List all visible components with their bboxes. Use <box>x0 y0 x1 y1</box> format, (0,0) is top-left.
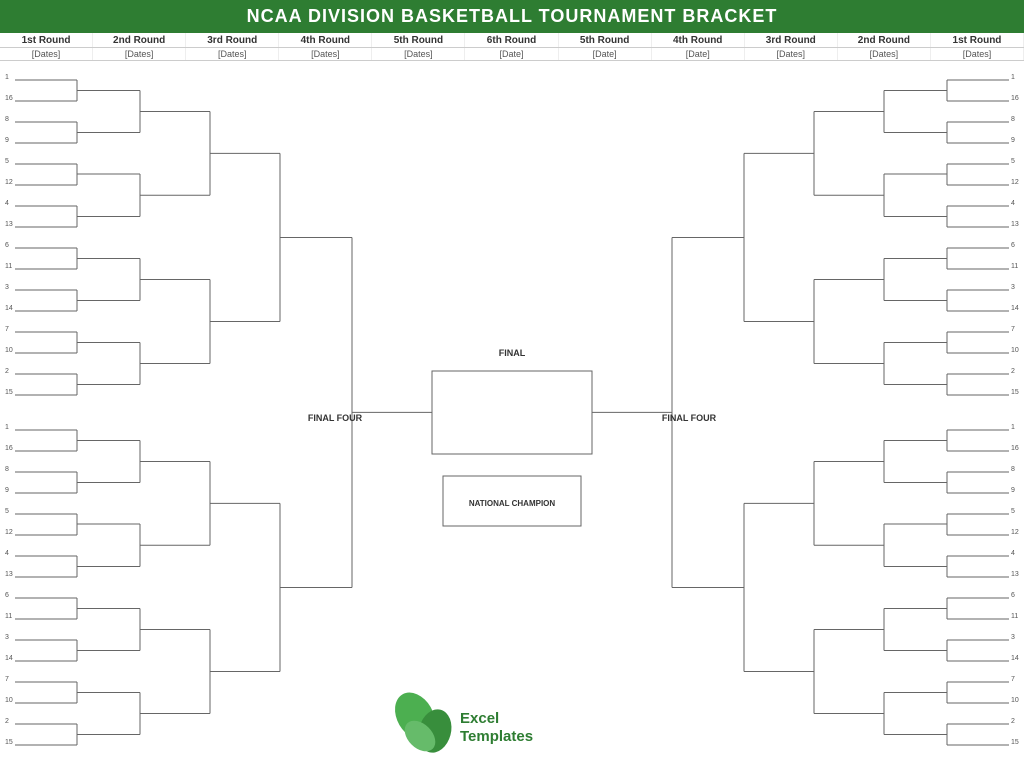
svg-text:3: 3 <box>1011 634 1015 641</box>
svg-text:8: 8 <box>5 466 9 473</box>
date-3rd-right: [Dates] <box>745 48 838 60</box>
svg-text:14: 14 <box>5 305 13 312</box>
svg-text:13: 13 <box>5 221 13 228</box>
svg-text:5: 5 <box>5 158 9 165</box>
page-title: NCAA DIVISION BASKETBALL TOURNAMENT BRAC… <box>0 0 1024 33</box>
svg-text:2: 2 <box>5 718 9 725</box>
svg-text:7: 7 <box>5 326 9 333</box>
svg-text:FINAL: FINAL <box>499 348 526 358</box>
svg-text:9: 9 <box>5 487 9 494</box>
svg-text:15: 15 <box>1011 739 1019 746</box>
svg-text:1: 1 <box>5 74 9 81</box>
date-2nd-left: [Dates] <box>93 48 186 60</box>
date-4th-left: [Dates] <box>279 48 372 60</box>
svg-text:FINAL FOUR: FINAL FOUR <box>308 413 363 423</box>
svg-text:12: 12 <box>1011 179 1019 186</box>
svg-text:8: 8 <box>1011 466 1015 473</box>
round-label-3rd-right: 3rd Round <box>745 33 838 47</box>
date-6th: [Date] <box>465 48 558 60</box>
svg-text:6: 6 <box>1011 242 1015 249</box>
svg-text:2: 2 <box>5 368 9 375</box>
svg-text:15: 15 <box>1011 389 1019 396</box>
svg-text:10: 10 <box>1011 697 1019 704</box>
svg-text:3: 3 <box>5 634 9 641</box>
svg-text:10: 10 <box>5 697 13 704</box>
round-label-3rd-left: 3rd Round <box>186 33 279 47</box>
svg-text:13: 13 <box>1011 571 1019 578</box>
svg-text:16: 16 <box>1011 445 1019 452</box>
svg-text:1: 1 <box>1011 74 1015 81</box>
svg-text:10: 10 <box>5 347 13 354</box>
svg-text:13: 13 <box>1011 221 1019 228</box>
round-label-5th-left: 5th Round <box>372 33 465 47</box>
bracket-container: 1 16 8 9 5 12 4 13 <box>0 61 1024 761</box>
svg-text:9: 9 <box>1011 137 1015 144</box>
svg-text:12: 12 <box>5 179 13 186</box>
svg-text:8: 8 <box>1011 116 1015 123</box>
svg-text:6: 6 <box>5 242 9 249</box>
svg-text:10: 10 <box>1011 347 1019 354</box>
svg-text:14: 14 <box>1011 655 1019 662</box>
bracket-svg: 1 16 8 9 5 12 4 13 <box>0 61 1024 761</box>
svg-text:11: 11 <box>5 263 12 270</box>
svg-text:5: 5 <box>5 508 9 515</box>
round-label-2nd-right: 2nd Round <box>838 33 931 47</box>
round-label-4th-right: 4th Round <box>652 33 745 47</box>
svg-text:16: 16 <box>5 445 13 452</box>
svg-text:14: 14 <box>5 655 13 662</box>
svg-text:11: 11 <box>5 613 12 620</box>
svg-text:12: 12 <box>1011 529 1019 536</box>
svg-text:6: 6 <box>5 592 9 599</box>
date-2nd-right: [Dates] <box>838 48 931 60</box>
date-labels-row: [Dates] [Dates] [Dates] [Dates] [Dates] … <box>0 48 1024 61</box>
svg-text:1: 1 <box>5 424 9 431</box>
svg-text:13: 13 <box>5 571 13 578</box>
svg-text:11: 11 <box>1011 263 1018 270</box>
round-label-1st-left: 1st Round <box>0 33 93 47</box>
svg-text:16: 16 <box>1011 95 1019 102</box>
date-1st-left: [Dates] <box>0 48 93 60</box>
svg-text:14: 14 <box>1011 305 1019 312</box>
round-label-2nd-left: 2nd Round <box>93 33 186 47</box>
svg-text:12: 12 <box>5 529 13 536</box>
svg-text:4: 4 <box>5 550 9 557</box>
date-5th-right: [Date] <box>559 48 652 60</box>
round-label-5th-right: 5th Round <box>559 33 652 47</box>
round-label-6th: 6th Round <box>465 33 558 47</box>
date-4th-right: [Date] <box>652 48 745 60</box>
date-5th-left: [Dates] <box>372 48 465 60</box>
svg-text:NATIONAL CHAMPION: NATIONAL CHAMPION <box>469 499 556 508</box>
svg-text:3: 3 <box>1011 284 1015 291</box>
svg-text:5: 5 <box>1011 508 1015 515</box>
round-label-4th-left: 4th Round <box>279 33 372 47</box>
svg-text:7: 7 <box>1011 676 1015 683</box>
svg-text:9: 9 <box>5 137 9 144</box>
svg-text:2: 2 <box>1011 368 1015 375</box>
date-3rd-left: [Dates] <box>186 48 279 60</box>
svg-text:4: 4 <box>5 200 9 207</box>
svg-text:8: 8 <box>5 116 9 123</box>
svg-text:15: 15 <box>5 389 13 396</box>
svg-text:6: 6 <box>1011 592 1015 599</box>
round-label-1st-right: 1st Round <box>931 33 1024 47</box>
svg-text:Excel: Excel <box>460 710 499 727</box>
svg-text:FINAL FOUR: FINAL FOUR <box>662 413 717 423</box>
svg-text:4: 4 <box>1011 200 1015 207</box>
svg-text:15: 15 <box>5 739 13 746</box>
svg-text:7: 7 <box>5 676 9 683</box>
svg-text:4: 4 <box>1011 550 1015 557</box>
svg-text:11: 11 <box>1011 613 1018 620</box>
svg-text:16: 16 <box>5 95 13 102</box>
svg-text:1: 1 <box>1011 424 1015 431</box>
svg-text:9: 9 <box>1011 487 1015 494</box>
svg-text:5: 5 <box>1011 158 1015 165</box>
round-labels-row: 1st Round 2nd Round 3rd Round 4th Round … <box>0 33 1024 48</box>
svg-text:3: 3 <box>5 284 9 291</box>
svg-text:2: 2 <box>1011 718 1015 725</box>
svg-text:7: 7 <box>1011 326 1015 333</box>
date-1st-right: [Dates] <box>931 48 1024 60</box>
svg-text:Templates: Templates <box>460 728 533 745</box>
